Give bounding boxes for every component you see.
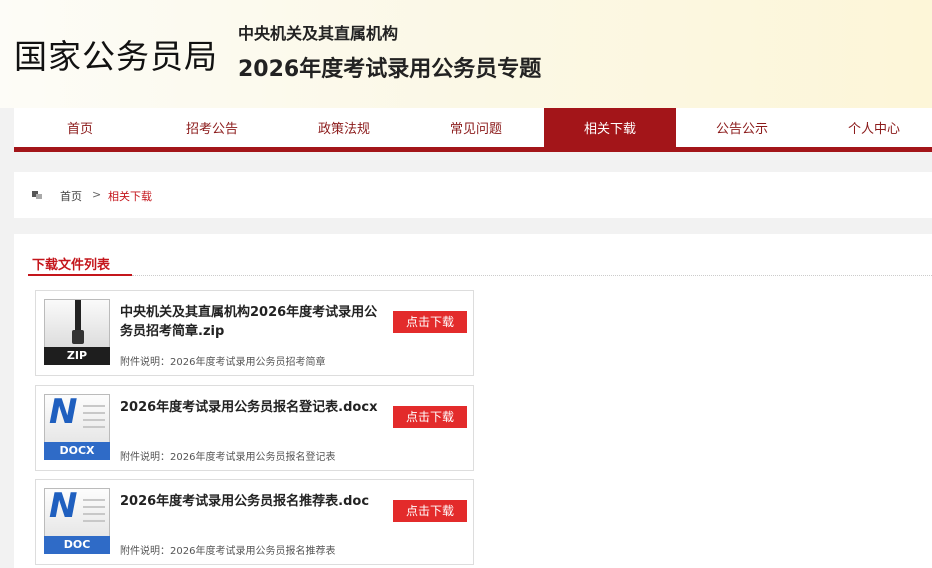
file-type-label: ZIP — [44, 347, 110, 365]
breadcrumb-separator: > — [92, 188, 102, 201]
download-button[interactable]: 点击下载 — [393, 406, 467, 428]
nav-item-recruitment-notice[interactable]: 招考公告 — [146, 108, 278, 152]
breadcrumb-current: 相关下载 — [108, 190, 152, 203]
nav-item-downloads[interactable]: 相关下载 — [544, 108, 676, 152]
breadcrumb: 首页 > 相关下载 — [14, 172, 932, 218]
file-type-label: DOC — [44, 536, 110, 554]
download-button[interactable]: 点击下载 — [393, 311, 467, 333]
nav-item-personal-center[interactable]: 个人中心 — [808, 108, 932, 152]
topic-title: 2026年度考试录用公务员专题 — [238, 57, 542, 82]
file-item: N DOC 2026年度考试录用公务员报名推荐表.doc 附件说明：2026年度… — [35, 479, 474, 565]
file-description: 附件说明：2026年度考试录用公务员报名登记表 — [120, 452, 336, 463]
word-file-icon: N DOCX — [44, 392, 110, 462]
download-button[interactable]: 点击下载 — [393, 500, 467, 522]
file-name-link[interactable]: 中央机关及其直属机构2026年度考试录用公务员招考简章.zip — [120, 303, 388, 341]
file-name-link[interactable]: 2026年度考试录用公务员报名推荐表.doc — [120, 492, 388, 511]
section-title-underline — [28, 274, 132, 276]
location-icon — [32, 191, 42, 199]
nav-item-home[interactable]: 首页 — [14, 108, 146, 152]
site-header: 国家公务员局 中央机关及其直属机构 2026年度考试录用公务员专题 — [0, 0, 932, 108]
nav-item-faq[interactable]: 常见问题 — [410, 108, 542, 152]
file-item: N DOCX 2026年度考试录用公务员报名登记表.docx 附件说明：2026… — [35, 385, 474, 471]
nav-item-policies[interactable]: 政策法规 — [278, 108, 410, 152]
zip-file-icon: ZIP — [44, 299, 110, 367]
breadcrumb-home-link[interactable]: 首页 — [60, 188, 82, 204]
section-divider — [132, 275, 932, 276]
file-item: ZIP 中央机关及其直属机构2026年度考试录用公务员招考简章.zip 附件说明… — [35, 290, 474, 376]
file-description: 附件说明：2026年度考试录用公务员报名推荐表 — [120, 546, 336, 557]
download-list-panel: 下载文件列表 ZIP 中央机关及其直属机构2026年度考试录用公务员招考简章.z… — [14, 234, 932, 568]
section-title: 下载文件列表 — [32, 258, 111, 273]
org-subtitle: 中央机关及其直属机构 — [238, 24, 399, 43]
file-type-label: DOCX — [44, 442, 110, 460]
file-name-link[interactable]: 2026年度考试录用公务员报名登记表.docx — [120, 398, 388, 417]
nav-item-announcements[interactable]: 公告公示 — [676, 108, 808, 152]
word-file-icon: N DOC — [44, 486, 110, 556]
file-description: 附件说明：2026年度考试录用公务员招考简章 — [120, 357, 326, 368]
main-nav: 首页 招考公告 政策法规 常见问题 相关下载 公告公示 个人中心 — [14, 108, 932, 152]
site-title[interactable]: 国家公务员局 — [14, 30, 218, 78]
